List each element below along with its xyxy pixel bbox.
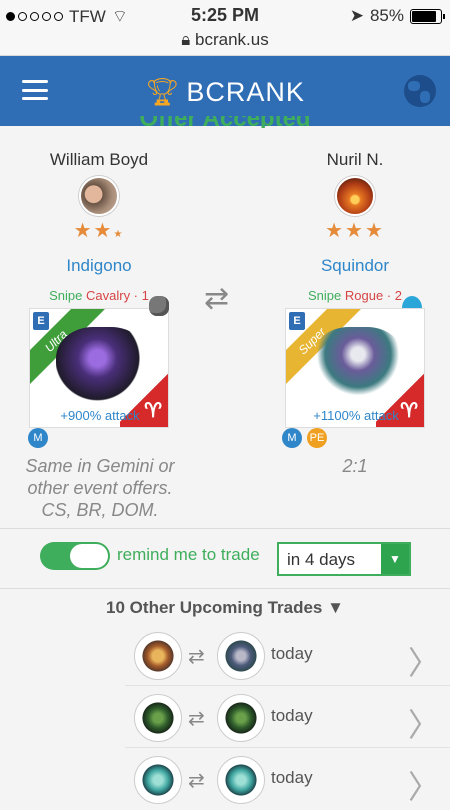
brand-name: BCRANK [186, 77, 305, 107]
badge-pe: PE [307, 428, 327, 448]
trade-row[interactable]: ⇄ today 〉 [0, 752, 450, 810]
card-info-icon: E [33, 312, 49, 330]
battery-percent: 85% [369, 6, 404, 25]
chevron-right-icon: 〉 [407, 707, 440, 743]
left-snipe-tag: Snipe [49, 288, 83, 303]
url-bar[interactable]: 🔒︎ bcrank.us [0, 30, 450, 50]
url-text: bcrank.us [195, 30, 269, 49]
left-offer: William Boyd ★★★ Indigono Snipe Cavalry … [14, 150, 184, 428]
right-tags: Snipe Rogue · 2 [270, 288, 440, 303]
trade-when: today [271, 706, 313, 725]
swap-arrows-icon: ⇄ [188, 646, 205, 668]
swap-arrows-icon: ⇄ [188, 708, 205, 730]
trade-monster-right [217, 694, 265, 742]
badge-m: M [28, 428, 48, 448]
right-badges: M PE [282, 428, 327, 448]
left-avatar[interactable] [79, 176, 119, 216]
trade-monster-left [134, 632, 182, 680]
trade-monster-left [134, 756, 182, 804]
left-class-tag: Cavalry · 1 [86, 288, 149, 303]
trade-when: today [271, 768, 313, 787]
right-monster-name[interactable]: Squindor [270, 256, 440, 276]
trophy-icon: 🏆︎ [145, 77, 181, 107]
battery-icon [410, 8, 445, 24]
status-bar: TFW ⌔ 5:25 PM ➤ 85% 🔒︎ bcrank.us [0, 0, 450, 56]
divider [0, 588, 450, 589]
remind-time-select[interactable]: in 4 days ▼ [277, 542, 411, 576]
right-snipe-tag: Snipe [308, 288, 342, 303]
remind-toggle[interactable] [40, 542, 110, 570]
status-right: ➤ 85% [349, 6, 445, 26]
left-monster-name[interactable]: Indigono [14, 256, 184, 276]
remind-time-value: in 4 days [287, 550, 356, 569]
location-arrow-icon: ➤ [349, 6, 364, 25]
right-bonus: +1100% attack [313, 408, 399, 423]
brand-logo[interactable]: 🏆︎ BCRANK [0, 76, 450, 108]
left-offer-note: Same in Gemini or other event offers. CS… [25, 456, 175, 520]
right-offer: Nuril N. ★★★ Squindor Snipe Rogue · 2 E … [270, 150, 440, 428]
card-info-icon: E [289, 312, 305, 330]
trade-monster-right [217, 632, 265, 680]
left-rating-stars: ★★★ [73, 220, 125, 242]
right-monster-card[interactable]: E Super ♈︎ +1100% attack [285, 308, 425, 428]
trade-row[interactable]: ⇄ today 〉 [0, 690, 450, 748]
lock-icon: 🔒︎ [181, 30, 191, 49]
right-class-tag: Rogue · 2 [344, 288, 402, 303]
trade-monster-left [134, 694, 182, 742]
chevron-right-icon: 〉 [407, 769, 440, 805]
globe-icon[interactable] [404, 75, 436, 107]
right-rating-stars: ★★★ [325, 220, 385, 242]
offer-status-headline: Offer Accepted [0, 116, 450, 128]
remind-label: remind me to trade [117, 545, 260, 564]
dropdown-arrow-icon: ▼ [381, 544, 409, 574]
left-monster-card[interactable]: E Ultra ♈︎ +900% attack [29, 308, 169, 428]
rock-element-icon [149, 296, 169, 316]
swap-arrows-icon: ⇄ [188, 770, 205, 792]
left-user-name: William Boyd [49, 150, 149, 169]
swap-arrows-icon: ⇄ [204, 282, 230, 315]
badge-m: M [282, 428, 302, 448]
right-offer-note: 2:1 [342, 456, 368, 476]
trade-row[interactable]: ⇄ today 〉 [0, 628, 450, 686]
upcoming-trades-toggle[interactable]: 10 Other Upcoming Trades ▼ [0, 598, 450, 618]
chevron-right-icon: 〉 [407, 645, 440, 681]
left-bonus: +900% attack [60, 408, 140, 423]
divider [0, 528, 450, 529]
right-avatar[interactable] [335, 176, 375, 216]
trade-when: today [271, 644, 313, 663]
left-badges: M [28, 428, 48, 448]
trade-monster-right [217, 756, 265, 804]
right-user-name: Nuril N. [326, 150, 384, 169]
